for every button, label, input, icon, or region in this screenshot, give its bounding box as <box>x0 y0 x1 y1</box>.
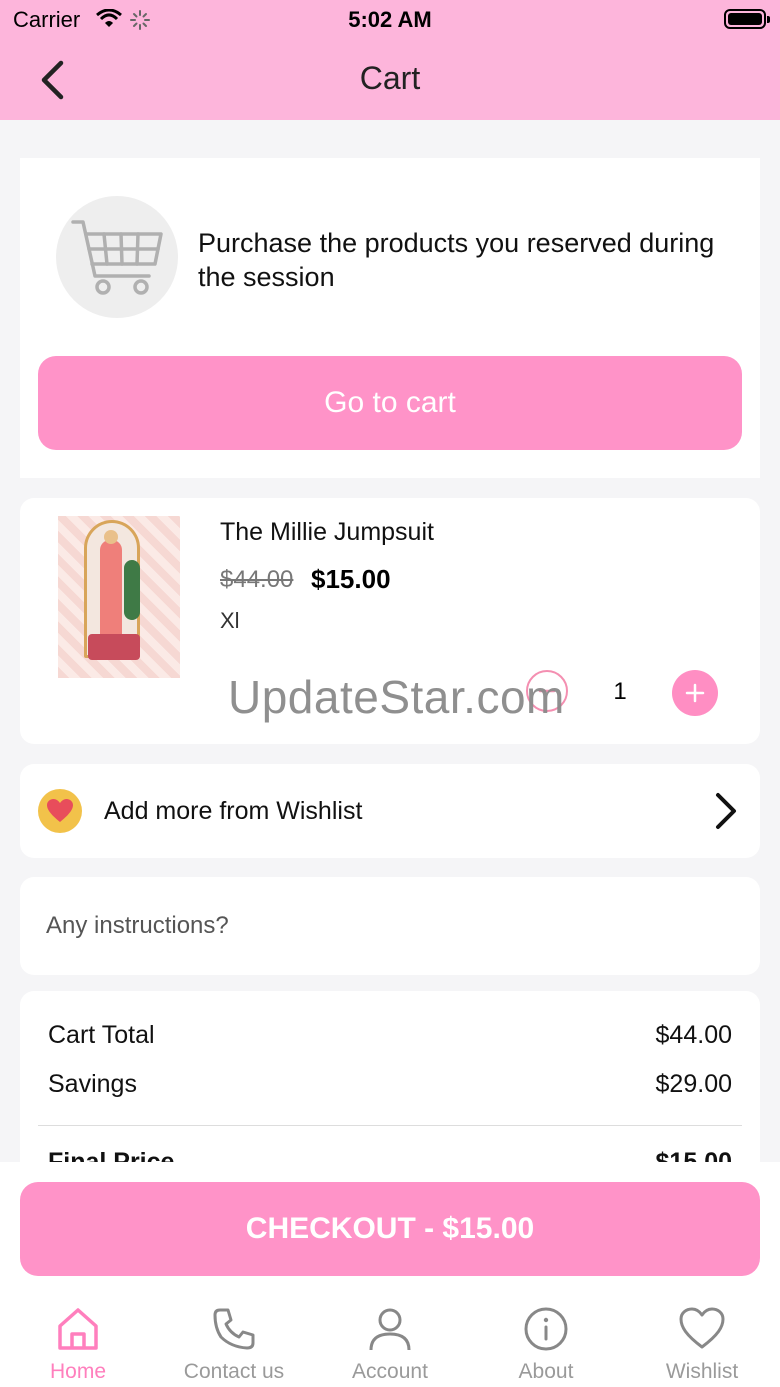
tab-bar: Home Contact us Account About Wishlist <box>0 1282 780 1387</box>
tab-about-label: About <box>518 1360 574 1383</box>
product-image[interactable] <box>58 516 180 678</box>
product-name: The Millie Jumpsuit <box>220 518 434 546</box>
tab-home-label: Home <box>49 1360 107 1383</box>
increase-quantity-button[interactable] <box>672 670 718 716</box>
nav-bar: Cart <box>0 40 780 120</box>
tab-wishlist[interactable]: Wishlist <box>624 1282 780 1387</box>
plus-icon <box>685 683 705 703</box>
info-icon <box>524 1307 568 1351</box>
heart-icon <box>679 1307 725 1349</box>
cart-item-card: The Millie Jumpsuit $44.00 $15.00 Xl 1 U… <box>20 498 760 744</box>
go-to-cart-button[interactable]: Go to cart <box>38 356 742 450</box>
wishlist-label: Add more from Wishlist <box>104 797 363 825</box>
status-time: 5:02 AM <box>348 7 432 32</box>
shopping-cart-icon <box>71 220 163 295</box>
tab-home[interactable]: Home <box>0 1282 156 1387</box>
tab-contact-us[interactable]: Contact us <box>156 1282 312 1387</box>
product-size: Xl <box>220 608 240 633</box>
sale-price: $15.00 <box>311 564 391 594</box>
promo-icon-circle <box>56 196 178 318</box>
cart-total-row: Cart Total $44.00 <box>48 1021 732 1050</box>
savings-row: Savings $29.00 <box>48 1070 732 1099</box>
tab-account-label: Account <box>352 1360 428 1383</box>
quantity-value: 1 <box>613 678 627 705</box>
savings-value: $29.00 <box>655 1070 732 1098</box>
savings-label: Savings <box>48 1070 137 1098</box>
checkout-area: CHECKOUT - $15.00 <box>0 1162 780 1282</box>
heart-icon <box>47 799 73 822</box>
phone-icon <box>213 1308 255 1350</box>
tab-account[interactable]: Account <box>312 1282 468 1387</box>
instructions-card <box>20 877 760 975</box>
chevron-right-icon <box>716 793 736 829</box>
page-title: Cart <box>359 60 421 96</box>
status-bar: Carrier 5:02 AM <box>0 0 780 40</box>
wishlist-badge <box>38 789 82 833</box>
watermark: UpdateStar.com <box>228 671 565 723</box>
instructions-input[interactable] <box>46 899 726 953</box>
tab-about[interactable]: About <box>468 1282 624 1387</box>
original-price: $44.00 <box>220 566 294 593</box>
tab-wishlist-label: Wishlist <box>665 1360 739 1383</box>
cart-total-value: $44.00 <box>655 1021 732 1049</box>
battery-icon <box>724 9 770 29</box>
add-from-wishlist-row[interactable]: Add more from Wishlist <box>20 764 760 858</box>
promo-card: Purchase the products you reserved durin… <box>20 158 760 478</box>
user-icon <box>369 1308 411 1351</box>
tab-contact-us-label: Contact us <box>183 1360 285 1383</box>
promo-text: Purchase the products you reserved durin… <box>198 228 715 292</box>
checkout-button[interactable]: CHECKOUT - $15.00 <box>20 1182 760 1276</box>
summary-divider <box>38 1125 742 1126</box>
cart-total-label: Cart Total <box>48 1021 155 1049</box>
home-icon <box>58 1308 98 1350</box>
